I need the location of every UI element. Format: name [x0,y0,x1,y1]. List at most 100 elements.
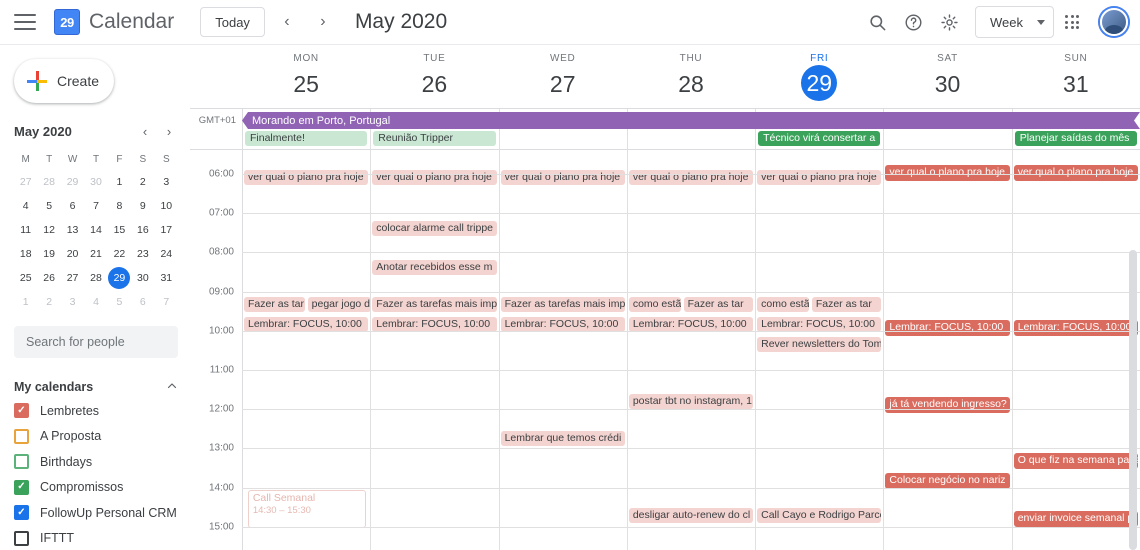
calendar-list-item[interactable]: A Proposta [0,424,190,450]
calendar-event[interactable]: ver qual o plano pra hoje [244,170,369,185]
help-icon[interactable] [895,4,931,40]
mini-calendar-day[interactable]: 12 [37,218,60,242]
calendar-event[interactable]: Fazer as tarefas mais imp [500,297,625,312]
view-selector[interactable]: Week [975,6,1054,38]
mini-calendar-day[interactable]: 25 [14,266,37,290]
mini-calendar-day[interactable]: 24 [155,242,178,266]
calendar-event[interactable]: O que fiz na semana pass [1013,453,1138,469]
next-week-icon[interactable]: › [309,8,337,36]
calendar-event[interactable]: Call Cayo e Rodrigo Parce [757,508,882,523]
day-column-fri[interactable]: ver qual o plano pra hoje como estão Fazer… [755,150,883,550]
calendar-list-item[interactable]: ✓ FollowUp Personal CRM [0,500,190,526]
mini-calendar-day[interactable]: 4 [84,290,107,314]
mini-calendar-day[interactable]: 3 [155,170,178,194]
calendar-event[interactable]: ver qual o plano pra hoje [372,170,497,185]
calendar-checkbox[interactable] [14,454,29,470]
mini-calendar-day[interactable]: 5 [108,290,131,314]
all-day-event[interactable]: Finalmente! [245,131,368,146]
all-day-banner-event[interactable]: Morando em Porto, Portugal [242,112,1140,129]
mini-calendar-day[interactable]: 21 [84,242,107,266]
day-header-tue[interactable]: TUE 26 [370,45,498,108]
calendar-event[interactable]: ver qual o plano pra hoje [757,170,882,185]
mini-calendar-day[interactable]: 4 [14,194,37,218]
mini-calendar-day[interactable]: 3 [61,290,84,314]
calendar-event[interactable]: Lembrar: FOCUS, 10:00 [885,320,1010,336]
mini-calendar-day[interactable]: 2 [37,290,60,314]
vertical-scrollbar[interactable] [1129,250,1137,550]
calendar-list-item[interactable]: Birthdays [0,449,190,475]
mini-next-month-icon[interactable]: › [160,122,178,140]
all-day-event[interactable]: Planejar saídas do mês [1014,131,1137,146]
day-header-date[interactable]: 30 [883,67,1011,101]
day-header-mon[interactable]: MON 25 [242,45,370,108]
mini-calendar-day[interactable]: 18 [14,242,37,266]
day-header-date[interactable]: 27 [499,67,627,101]
calendar-event[interactable]: já tá vendendo ingresso? [885,397,1010,413]
calendar-event[interactable]: Fazer as tar [244,297,305,312]
day-column-mon[interactable]: ver qual o plano pra hoje Fazer as tar peg… [242,150,371,550]
calendar-event[interactable]: ver qual o plano pra hoje [885,165,1010,181]
mini-calendar-day[interactable]: 19 [37,242,60,266]
chevron-up-icon[interactable] [166,380,178,395]
mini-calendar-day[interactable]: 28 [84,266,107,290]
mini-calendar-day[interactable]: 29 [61,170,84,194]
day-column-sat[interactable]: ver qual o plano pra hoje Lembrar: FOCUS,… [883,150,1011,550]
calendar-event[interactable]: Lembrar: FOCUS, 10:00 [757,317,882,332]
calendar-event[interactable]: Rever newsletters do Tom [757,337,882,352]
mini-calendar-day[interactable]: 27 [14,170,37,194]
prev-week-icon[interactable]: ‹ [273,8,301,36]
calendar-event[interactable]: Fazer as tarefas mais imp [372,297,497,312]
calendar-event[interactable]: ver qual o plano pra hoje [628,170,754,185]
day-header-date[interactable]: 29 [801,65,838,101]
mini-calendar-day[interactable]: 11 [14,218,37,242]
mini-prev-month-icon[interactable]: ‹ [136,122,154,140]
calendar-checkbox[interactable] [14,428,29,444]
mini-calendar-day[interactable]: 16 [131,218,154,242]
calendar-event[interactable]: Lembrar: FOCUS, 10:00 [244,317,369,332]
calendar-event[interactable]: enviar invoice semanal p [1013,511,1138,527]
mini-calendar-day[interactable]: 27 [61,266,84,290]
mini-calendar-day[interactable]: 8 [108,194,131,218]
mini-calendar-day[interactable]: 1 [14,290,37,314]
gear-icon[interactable] [931,4,967,40]
day-header-wed[interactable]: WED 27 [499,45,627,108]
mini-calendar-day[interactable]: 9 [131,194,154,218]
today-button[interactable]: Today [200,7,265,37]
calendar-checkbox[interactable]: ✓ [14,479,29,495]
mini-calendar-day[interactable]: 10 [155,194,178,218]
calendar-checkbox[interactable] [14,530,29,546]
calendar-event[interactable]: como estão [628,297,681,312]
mini-calendar-day[interactable]: 7 [84,194,107,218]
day-header-date[interactable]: 31 [1012,67,1140,101]
mini-calendar-day[interactable]: 26 [37,266,60,290]
my-calendars-header[interactable]: My calendars [14,376,178,398]
calendar-event[interactable]: ver qual o plano pra hoje [1013,165,1138,181]
mini-calendar-day[interactable]: 13 [61,218,84,242]
calendar-list-item[interactable]: ✓ Lembretes [0,398,190,424]
mini-calendar-day[interactable]: 6 [131,290,154,314]
app-logo[interactable]: 29 Calendar [54,9,174,35]
calendar-event[interactable]: Anotar recebidos esse m [372,260,497,275]
day-column-tue[interactable]: ver qual o plano pra hoje colocar alarme … [370,150,498,550]
search-people-input[interactable] [14,326,178,358]
mini-calendar-day[interactable]: 6 [61,194,84,218]
mini-calendar-day[interactable]: 17 [155,218,178,242]
day-header-sat[interactable]: SAT 30 [883,45,1011,108]
day-header-date[interactable]: 28 [627,67,755,101]
mini-calendar-day[interactable]: 22 [108,242,131,266]
mini-calendar-day-selected[interactable]: 29 [108,266,131,290]
calendar-event[interactable]: Lembrar: FOCUS, 10:00 [500,317,625,332]
mini-calendar-day[interactable]: 28 [37,170,60,194]
mini-calendar-day[interactable]: 7 [155,290,178,314]
calendar-event[interactable]: desligar auto-renew do cl [628,508,754,523]
day-header-thu[interactable]: THU 28 [627,45,755,108]
mini-calendar-day[interactable]: 30 [131,266,154,290]
calendar-checkbox[interactable]: ✓ [14,505,29,521]
calendar-event[interactable]: Fazer as tar [683,297,754,312]
calendar-event[interactable]: Fazer as tar [811,297,882,312]
mini-calendar-day[interactable]: 14 [84,218,107,242]
mini-calendar-day[interactable]: 30 [84,170,107,194]
day-column-wed[interactable]: ver qual o plano pra hoje Fazer as tarefa… [498,150,627,550]
all-day-event[interactable]: Técnico virá consertar a [758,131,881,146]
mini-calendar-day[interactable]: 2 [131,170,154,194]
